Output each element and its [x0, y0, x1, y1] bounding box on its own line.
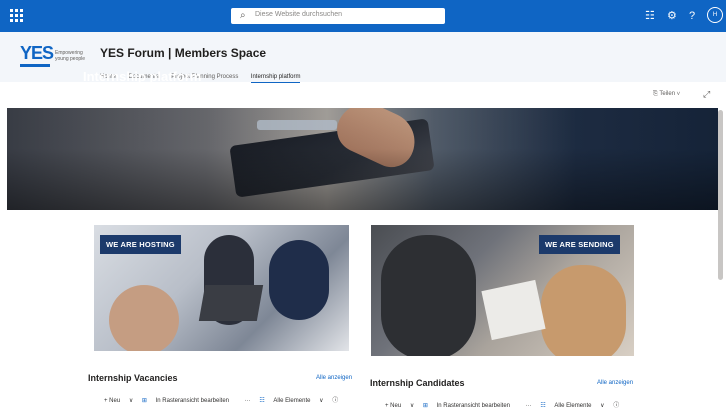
candidates-grid-edit-label: In Rasteransicht bearbeiten [436, 403, 511, 409]
expand-icon[interactable]: ⤢ [703, 89, 710, 100]
info-icon[interactable]: ⓘ [332, 395, 338, 404]
teams-icon[interactable]: ☷ [645, 9, 655, 23]
vacancies-view-label: Alle Elemente [273, 398, 311, 404]
app-launcher-icon[interactable] [10, 9, 24, 23]
hosting-badge[interactable]: WE ARE HOSTING [100, 235, 181, 254]
search-input[interactable]: ⌕ Diese Website durchsuchen [231, 8, 445, 24]
nav-item-internship-platform[interactable]: Internship platform [250, 74, 301, 83]
vacancies-see-all-link[interactable]: Alle anzeigen [316, 375, 352, 381]
share-button[interactable]: ⎘ Teilen ∨ [653, 91, 680, 98]
hero-shade [7, 108, 718, 210]
vacancies-view-selector[interactable]: ☷ Alle Elemente ∨ [259, 397, 323, 404]
logo-tagline: Empowering young people [55, 50, 86, 62]
hero-title: Internship platform [83, 69, 202, 84]
search-placeholder: Diese Website durchsuchen [255, 11, 343, 18]
avatar[interactable]: H [707, 7, 723, 23]
share-label: Teilen [659, 91, 676, 97]
list-view-icon: ☷ [259, 398, 265, 404]
candidates-grid-edit-button[interactable]: ⊞ In Rasteransicht bearbeiten [423, 402, 517, 409]
suite-bar: ⌕ Diese Website durchsuchen ☷ ⚙ ? H [0, 0, 726, 32]
list-view-icon: ☷ [540, 403, 546, 409]
vacancies-new-label: Neu [109, 398, 121, 404]
search-icon: ⌕ [240, 10, 246, 21]
hosting-laptop [198, 285, 264, 321]
candidates-view-selector[interactable]: ☷ Alle Elemente ∨ [540, 402, 604, 409]
vacancies-new-button[interactable]: + Neu ∨ [104, 397, 133, 404]
info-icon[interactable]: ⓘ [613, 400, 619, 409]
help-icon[interactable]: ? [689, 9, 695, 23]
vacancies-grid-edit-label: In Rasteransicht bearbeiten [155, 398, 230, 404]
sending-person-1 [381, 235, 476, 356]
candidates-more-button[interactable]: ··· [526, 403, 532, 409]
logo-underline [20, 64, 50, 67]
sending-person-2 [541, 265, 626, 356]
candidates-view-label: Alle Elemente [554, 403, 592, 409]
grid-icon: ⊞ [141, 398, 147, 404]
vacancies-title[interactable]: Internship Vacancies [88, 373, 178, 383]
candidates-new-button[interactable]: + Neu ∨ [385, 402, 414, 409]
candidates-see-all-link[interactable]: Alle anzeigen [597, 380, 633, 386]
hosting-person-3 [269, 240, 329, 320]
site-logo[interactable]: YES [20, 43, 54, 67]
sending-paper [481, 279, 546, 341]
candidates-title[interactable]: Internship Candidates [370, 378, 465, 388]
site-title[interactable]: YES Forum | Members Space [100, 46, 266, 60]
hero-banner [7, 108, 718, 210]
gear-icon[interactable]: ⚙ [667, 9, 677, 23]
scrollbar[interactable] [718, 110, 723, 280]
vacancies-more-button[interactable]: ··· [245, 398, 251, 404]
sending-badge[interactable]: WE ARE SENDING [539, 235, 620, 254]
vacancies-toolbar: + Neu ∨ ⊞ In Rasteransicht bearbeiten ··… [104, 395, 345, 405]
vacancies-grid-edit-button[interactable]: ⊞ In Rasteransicht bearbeiten [142, 397, 236, 404]
logo-text: YES [20, 43, 54, 63]
hosting-person-1 [109, 285, 179, 351]
candidates-new-label: Neu [390, 403, 402, 409]
candidates-toolbar: + Neu ∨ ⊞ In Rasteransicht bearbeiten ··… [385, 400, 626, 410]
grid-icon: ⊞ [422, 403, 428, 409]
